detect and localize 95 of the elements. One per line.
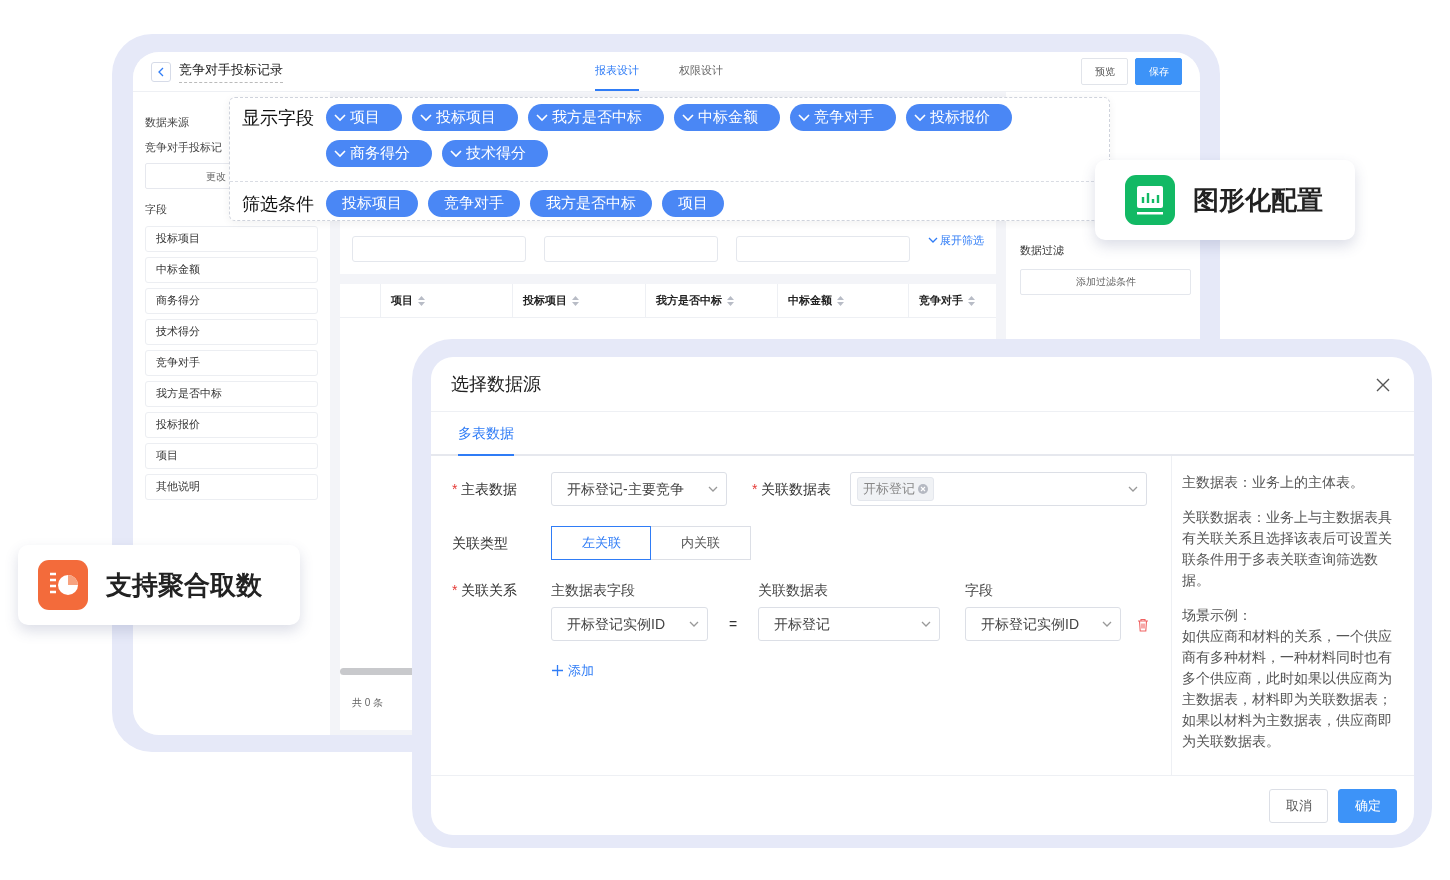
field-chip[interactable]: 投标报价 xyxy=(906,104,1012,131)
chevron-down-icon xyxy=(928,236,938,243)
form-label: 关联类型 xyxy=(452,533,509,553)
segment-button[interactable]: 内关联 xyxy=(651,526,751,560)
tab[interactable]: 权限设计 xyxy=(679,52,723,91)
field-chip[interactable]: 项目 xyxy=(326,104,402,131)
column-header[interactable]: 我方是否中标 xyxy=(645,284,777,317)
sort-icon xyxy=(968,295,975,306)
filter-input[interactable] xyxy=(544,236,718,262)
page-title: 竞争对手投标记录 xyxy=(179,60,283,83)
form-label: * 关联数据表 xyxy=(752,479,833,499)
field-chip[interactable]: 技术得分 xyxy=(442,140,548,167)
field-item[interactable]: 投标项目 xyxy=(145,225,318,252)
filter-input[interactable] xyxy=(736,236,910,262)
callout-title: 支持聚合取数 xyxy=(106,568,262,602)
field-chip[interactable]: 我方是否中标 xyxy=(530,190,652,217)
sort-icon xyxy=(837,295,844,306)
sort-icon xyxy=(572,295,579,306)
select-field[interactable]: 开标登记 xyxy=(758,607,940,641)
segment-button[interactable]: 左关联 xyxy=(551,526,651,560)
column-header[interactable]: 投标项目 xyxy=(512,284,645,317)
chevron-down-icon xyxy=(798,113,810,122)
data-source-name: 竞争对手投标记 xyxy=(145,139,222,155)
callout-title: 图形化配置 xyxy=(1193,183,1323,217)
select-field[interactable]: 开标登记实例ID xyxy=(965,607,1121,641)
field-item[interactable]: 我方是否中标 xyxy=(145,380,318,407)
field-chip[interactable]: 投标项目 xyxy=(326,190,418,217)
column-label: 关联数据表 xyxy=(758,581,829,600)
chevron-down-icon xyxy=(921,621,931,627)
column-header[interactable]: 项目 xyxy=(380,284,512,317)
tag[interactable]: 开标登记 xyxy=(857,477,934,501)
tab[interactable]: 多表数据 xyxy=(458,412,514,456)
section-label: 数据过滤 xyxy=(1020,243,1065,258)
field-chip[interactable]: 项目 xyxy=(662,190,724,217)
help-text: 如供应商和材料的关系，一个供应商有多种材料，一种材料同时也有多个供应商，此时如果以供应商为主数据表，材料即为关联数据表；如果以材料为主数据表，供应商即为关联数据表。 xyxy=(1182,627,1393,751)
chevron-down-icon xyxy=(708,486,718,492)
field-chip[interactable]: 投标项目 xyxy=(412,104,518,131)
column-label: 字段 xyxy=(965,581,994,600)
dialog-title: 选择数据源 xyxy=(451,372,541,396)
field-item[interactable]: 技术得分 xyxy=(145,318,318,345)
chevron-down-icon xyxy=(334,149,346,158)
expand-filter-link[interactable]: 展开筛选 xyxy=(928,231,984,248)
cancel-button[interactable]: 取消 xyxy=(1269,788,1328,823)
field-chip[interactable]: 竞争对手 xyxy=(790,104,896,131)
select-field[interactable]: 开标登记-主要竞争 xyxy=(551,472,727,506)
chevron-down-icon xyxy=(536,113,548,122)
chevron-down-icon xyxy=(689,621,699,627)
field-chip[interactable]: 中标金额 xyxy=(674,104,780,131)
close-icon xyxy=(1376,377,1390,392)
form-label: * 关联关系 xyxy=(452,581,519,600)
equals-sign: = xyxy=(727,614,739,634)
chevron-down-icon xyxy=(1102,621,1112,627)
help-text: 关联数据表：业务上与主数据表具有关联关系且选择该表后可设置关联条件用于多表关联查询筛选数据。 xyxy=(1182,508,1393,590)
add-filter-button[interactable]: 添加过滤条件 xyxy=(1020,268,1191,295)
pie-chart-icon xyxy=(38,560,88,610)
select-field[interactable]: 开标登记实例ID xyxy=(551,607,708,641)
help-text: 主数据表：业务上的主体表。 xyxy=(1182,473,1365,492)
remove-icon xyxy=(918,484,928,494)
tab[interactable]: 报表设计 xyxy=(595,52,639,91)
back-button[interactable] xyxy=(151,61,171,82)
preview-button[interactable]: 预览 xyxy=(1081,58,1128,85)
sort-icon xyxy=(727,295,734,306)
chevron-down-icon xyxy=(450,149,462,158)
filter-input[interactable] xyxy=(352,236,526,262)
field-item[interactable]: 投标报价 xyxy=(145,411,318,438)
chevron-down-icon xyxy=(420,113,432,122)
plus-icon xyxy=(552,665,563,677)
chevron-down-icon xyxy=(682,113,694,122)
section-label: 字段 xyxy=(145,202,167,217)
row-label: 显示字段 xyxy=(242,107,315,130)
column-header[interactable]: 中标金额 xyxy=(777,284,908,317)
form-label: * 主表数据 xyxy=(452,479,519,499)
field-item[interactable]: 项目 xyxy=(145,442,318,469)
back-icon xyxy=(158,66,164,77)
record-count: 共 0 条 xyxy=(351,696,385,710)
column-label: 主数据表字段 xyxy=(551,581,636,600)
column-header[interactable]: 竞争对手 xyxy=(908,284,993,317)
multi-select-field[interactable]: 开标登记 xyxy=(850,472,1147,506)
section-label: 数据来源 xyxy=(145,115,189,130)
help-text: 场景示例： xyxy=(1182,606,1253,625)
row-label: 筛选条件 xyxy=(242,193,315,216)
field-item[interactable]: 其他说明 xyxy=(145,473,318,500)
field-item[interactable]: 商务得分 xyxy=(145,287,318,314)
field-item[interactable]: 中标金额 xyxy=(145,256,318,283)
chevron-down-icon xyxy=(914,113,926,122)
field-chip[interactable]: 商务得分 xyxy=(326,140,432,167)
field-chip[interactable]: 我方是否中标 xyxy=(528,104,664,131)
field-item[interactable]: 竞争对手 xyxy=(145,349,318,376)
chevron-down-icon xyxy=(1128,486,1138,492)
add-link[interactable]: 添加 xyxy=(552,661,594,681)
field-chip[interactable]: 竞争对手 xyxy=(428,190,520,217)
chevron-down-icon xyxy=(334,113,346,122)
sort-icon xyxy=(418,295,425,306)
trash-icon xyxy=(1137,617,1149,632)
bar-chart-icon xyxy=(1125,175,1175,225)
